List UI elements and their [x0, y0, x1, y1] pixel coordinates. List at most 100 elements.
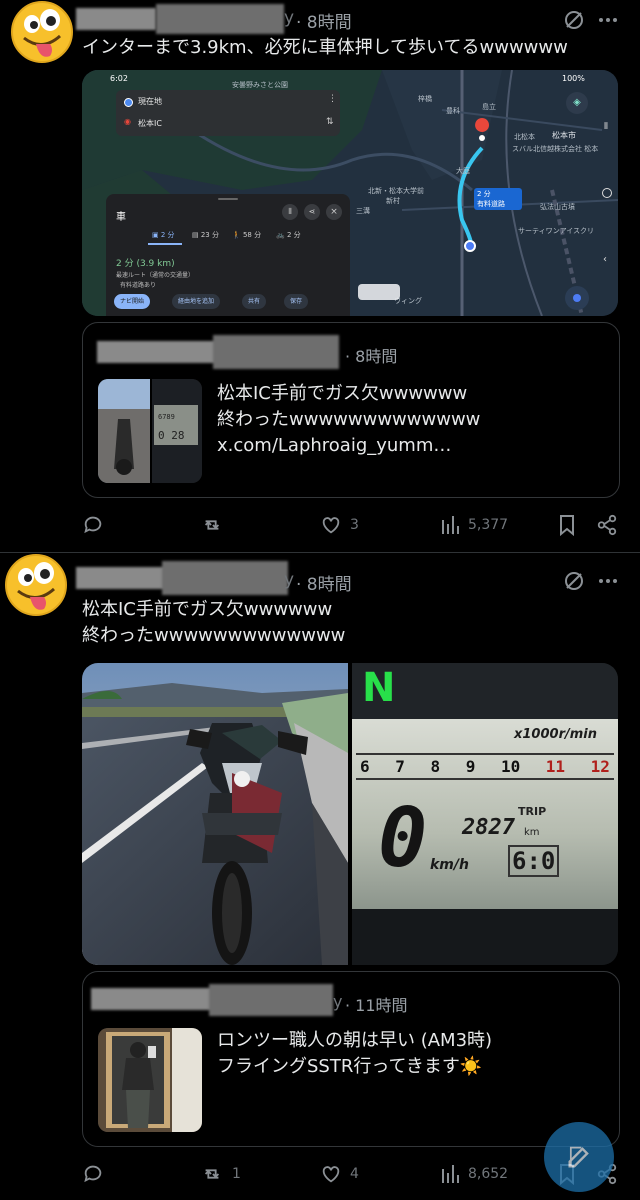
add-waypoint-label: 経由地を追加 — [178, 298, 215, 305]
share-button[interactable]: 共有 — [242, 294, 267, 309]
grok-icon[interactable] — [562, 8, 586, 32]
map-place-label: 新村 — [386, 197, 400, 205]
quote-link[interactable]: x.com/Laphroaig_yumm… — [217, 433, 451, 458]
options-icon[interactable]: ⫴ — [282, 204, 298, 220]
views-count: 8,652 — [468, 1166, 509, 1182]
quote-thumbnail[interactable]: 6789 0 28 — [98, 379, 202, 483]
speed-unit: km/h — [430, 857, 469, 873]
map-place-label: 弘法山古墳 — [540, 203, 575, 211]
nav-home-icon[interactable] — [602, 188, 612, 198]
handle-redacted[interactable] — [156, 4, 284, 34]
tab-bike[interactable]: 🚲 2 分 — [276, 230, 301, 240]
map-place-label: 松本市 — [552, 131, 576, 140]
compose-button[interactable] — [544, 1122, 614, 1192]
reply-button[interactable] — [82, 514, 104, 536]
rpm-scale: 6 7 8 9 10 11 12 — [356, 753, 614, 780]
quote-time[interactable]: · 8時間 — [345, 343, 397, 367]
quote-thumbnail[interactable] — [98, 1028, 202, 1132]
quote-time[interactable]: · 11時間 — [345, 992, 408, 1016]
odometer-value: 2827 — [462, 815, 515, 840]
map-place-label: 大庭 — [456, 167, 470, 175]
map-place-label: スバル北信越株式会社 松本 — [512, 145, 599, 153]
map-toast — [358, 284, 400, 300]
grok-icon[interactable] — [562, 569, 586, 593]
tweet-1[interactable]: y · 8時間 インターまで3.9km、必死に車体押して歩いてるwwwwww 6… — [0, 0, 640, 552]
like-button[interactable]: 3 — [320, 514, 359, 536]
route-search-box: 現在地 ⋮ ◉ 松本IC ⇅ — [116, 90, 340, 136]
callout-time: 2 分 — [477, 190, 491, 198]
save-label: 保存 — [290, 298, 303, 305]
retweet-button[interactable] — [200, 514, 224, 536]
tweet-time[interactable]: · 8時間 — [296, 570, 352, 595]
quote-text-line1: 松本IC手前でガス欠wwwwww — [217, 383, 468, 404]
views-count: 5,377 — [468, 517, 509, 533]
navi-start-button[interactable]: ナビ開始 — [114, 294, 151, 309]
compose-icon — [568, 1146, 589, 1168]
layers-icon[interactable]: ◈ — [566, 92, 588, 114]
tweet-text-line1: 松本IC手前でガス欠wwwwww — [82, 599, 333, 620]
destination-field[interactable]: 松本IC — [138, 118, 162, 129]
origin-field[interactable]: 現在地 — [138, 96, 162, 107]
rpm-tick: 8 — [430, 757, 441, 776]
reply-button[interactable] — [82, 1163, 104, 1185]
avatar-emoji[interactable] — [4, 553, 68, 617]
like-button[interactable]: 4 — [320, 1163, 359, 1185]
tab-bike-label: 2 分 — [286, 231, 301, 239]
thumbnail-road-photo: 6789 0 28 — [98, 379, 202, 483]
like-count: 4 — [350, 1166, 359, 1182]
meter-bottom-bezel — [352, 909, 618, 965]
nav-back-icon[interactable]: ‹ — [603, 254, 607, 265]
quote-display-name-redacted[interactable] — [97, 341, 225, 363]
rpm-tick: 10 — [500, 757, 521, 776]
tweet-time[interactable]: · 8時間 — [296, 8, 352, 33]
photo-speedometer[interactable]: N x1000r/min 6 7 8 9 10 11 12 TRIP 2827 … — [352, 663, 618, 965]
tab-drive-label: 2 分 — [160, 231, 175, 239]
quote-text-line1: ロンツー職人の朝は早い (AM3時) — [217, 1030, 493, 1051]
close-icon[interactable]: × — [326, 204, 342, 220]
route-description: 最速ルート（通常の交通量） — [116, 272, 195, 279]
display-name-redacted[interactable] — [76, 567, 166, 589]
add-waypoint-button[interactable]: 経由地を追加 — [172, 294, 221, 309]
tab-walk[interactable]: 🚶 58 分 — [232, 230, 261, 240]
sheet-handle[interactable] — [218, 198, 238, 200]
bookmark-button[interactable] — [558, 514, 576, 536]
retweet-count: 1 — [232, 1166, 241, 1182]
route-callout[interactable]: 2 分 有料道路 — [474, 188, 522, 210]
share-tweet-button[interactable] — [596, 514, 618, 536]
more-icon[interactable] — [596, 8, 620, 32]
quote-handle-redacted[interactable] — [209, 984, 333, 1016]
tab-transit[interactable]: ▤ 23 分 — [192, 230, 219, 240]
avatar-emoji[interactable] — [10, 0, 74, 64]
views-icon — [442, 1165, 459, 1183]
quote-text-line2: 終わったwwwwwwwwwwwww — [217, 409, 481, 430]
tweet-2[interactable]: y · 8時間 松本IC手前でガス欠wwwwww 終わったwwwwwwwwwww… — [0, 553, 640, 1200]
destination-pin-icon: ◉ — [124, 117, 131, 126]
rpm-tick: 9 — [465, 757, 476, 776]
tab-transit-label: 23 分 — [200, 231, 219, 239]
views-button[interactable]: 5,377 — [440, 514, 508, 536]
heart-icon — [322, 517, 340, 534]
quoted-tweet[interactable]: · 8時間 6789 0 28 松本IC手前でガス欠wwwwww 終わったwww… — [82, 322, 620, 498]
quote-display-name-redacted[interactable] — [91, 988, 217, 1010]
display-name-redacted[interactable] — [76, 8, 156, 30]
retweet-button[interactable]: 1 — [200, 1163, 241, 1185]
quote-handle-redacted[interactable] — [213, 335, 339, 369]
speed-value: 0 — [378, 791, 428, 886]
tab-drive[interactable]: ▣ 2 分 — [152, 230, 175, 240]
photo-motorcycle[interactable] — [82, 663, 348, 965]
map-place-label: 島立 — [482, 103, 496, 111]
views-icon — [442, 516, 459, 534]
nav-recent-icon[interactable]: ⦀ — [604, 122, 608, 132]
save-button[interactable]: 保存 — [284, 294, 309, 309]
menu-dots-icon[interactable]: ⋮ — [328, 94, 337, 104]
bookmark-icon — [560, 515, 574, 536]
tweet-media[interactable]: N x1000r/min 6 7 8 9 10 11 12 TRIP 2827 … — [82, 663, 618, 965]
quoted-tweet[interactable]: y · 11時間 ロンツー職人の朝は早い (AM3時) フライングSSTR行って… — [82, 971, 620, 1147]
views-button[interactable]: 8,652 — [440, 1163, 508, 1185]
swap-icon[interactable]: ⇅ — [326, 117, 334, 127]
map-place-label: 梓橋 — [418, 95, 432, 103]
handle-redacted[interactable] — [162, 561, 288, 595]
map-screenshot[interactable]: 6:02 100% 安曇野みさと公園 梓橋 島立 豊科 北松本 松本市 スバル北… — [82, 70, 618, 316]
share-icon[interactable]: ⋖ — [304, 204, 320, 220]
more-icon[interactable] — [596, 569, 620, 593]
